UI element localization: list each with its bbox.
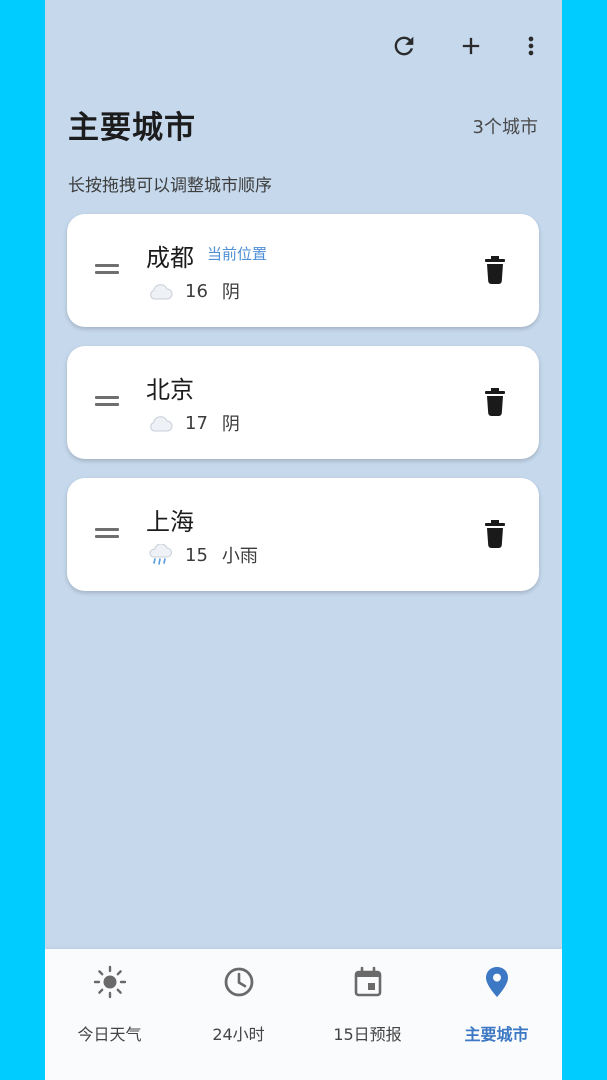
sun-icon: [93, 965, 126, 999]
temperature: 17: [185, 412, 208, 434]
calendar-icon: [354, 966, 381, 997]
refresh-button[interactable]: [386, 28, 422, 64]
city-card-beijing[interactable]: 北京 17 阴: [67, 346, 539, 459]
trash-icon: [485, 520, 505, 548]
city-name: 成都: [146, 244, 194, 272]
page-title: 主要城市: [68, 110, 196, 146]
app-screen: 主要城市 3个城市 长按拖拽可以调整城市顺序 成都 当前位置 16 阴 北京 1…: [45, 0, 562, 1080]
nav-label: 今日天气: [77, 1025, 142, 1044]
city-card-shanghai[interactable]: 上海 15 小雨: [67, 478, 539, 591]
city-card-chengdu[interactable]: 成都 当前位置 16 阴: [67, 214, 539, 327]
temperature: 15: [185, 544, 208, 566]
refresh-icon: [394, 36, 414, 56]
city-name: 上海: [146, 508, 194, 536]
delete-city-button[interactable]: [483, 388, 507, 416]
trash-icon: [485, 388, 505, 416]
city-count: 3个城市: [472, 117, 538, 138]
nav-label: 15日预报: [333, 1025, 402, 1044]
location-pin-icon: [485, 967, 508, 997]
nav-24-hour[interactable]: 24小时: [174, 949, 303, 1080]
nav-label: 主要城市: [464, 1025, 529, 1044]
current-location-badge: 当前位置: [207, 245, 268, 263]
city-name: 北京: [146, 376, 194, 404]
weather-summary: 15 小雨: [147, 542, 258, 568]
more-vert-icon: [528, 36, 534, 56]
drag-handle-icon[interactable]: [95, 525, 119, 541]
more-options-button[interactable]: [513, 28, 549, 64]
clock-icon: [224, 967, 253, 997]
nav-today-weather[interactable]: 今日天气: [45, 949, 174, 1080]
weather-condition: 阴: [221, 282, 240, 303]
rain-cloud-icon: [149, 544, 172, 565]
trash-icon: [485, 256, 505, 284]
weather-summary: 17 阴: [147, 410, 240, 436]
drag-handle-icon[interactable]: [95, 393, 119, 409]
drag-handle-icon[interactable]: [95, 261, 119, 277]
nav-label: 24小时: [212, 1025, 265, 1044]
temperature: 16: [185, 280, 208, 302]
cloud-icon: [150, 416, 173, 432]
weather-summary: 16 阴: [147, 278, 240, 304]
reorder-hint: 长按拖拽可以调整城市顺序: [68, 176, 272, 196]
add-icon: [462, 37, 480, 55]
top-app-bar: [45, 0, 562, 92]
delete-city-button[interactable]: [483, 256, 507, 284]
delete-city-button[interactable]: [483, 520, 507, 548]
add-city-button[interactable]: [453, 28, 489, 64]
bottom-navigation: 今日天气 24小时 15日预报 主要城市: [45, 949, 562, 1080]
cloud-icon: [150, 284, 173, 300]
nav-15-day-forecast[interactable]: 15日预报: [303, 949, 432, 1080]
weather-condition: 小雨: [221, 546, 258, 567]
nav-main-cities[interactable]: 主要城市: [432, 949, 561, 1080]
weather-condition: 阴: [221, 414, 240, 435]
